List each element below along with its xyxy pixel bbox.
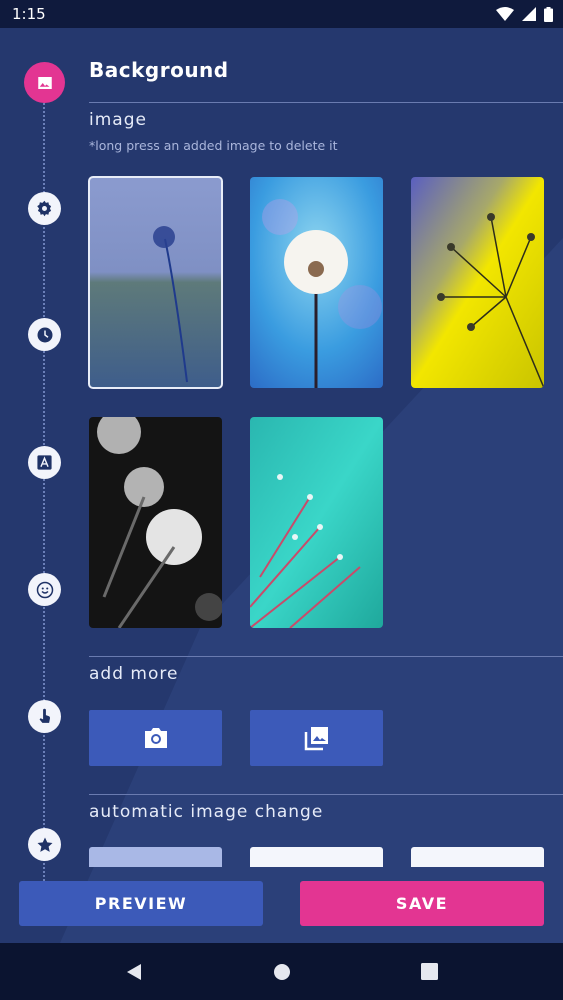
image-thumb-dandelion-blue-sparkle[interactable]	[250, 177, 383, 388]
star-icon	[37, 837, 52, 852]
divider	[89, 102, 563, 103]
smiley-icon	[36, 581, 53, 598]
camera-icon	[144, 728, 167, 748]
auto-change-option[interactable]	[250, 847, 383, 867]
image-icon	[37, 76, 52, 89]
image-thumb-dandelion-teal-drops[interactable]	[250, 417, 383, 628]
auto-change-option[interactable]	[411, 847, 544, 867]
divider	[89, 656, 563, 657]
gallery-icon	[304, 727, 328, 751]
clock-icon	[37, 327, 52, 342]
divider	[89, 794, 563, 795]
recents-icon[interactable]	[421, 963, 438, 980]
main-content: Background image *long press an added im…	[0, 28, 563, 943]
save-button[interactable]: SAVE	[300, 881, 544, 926]
image-thumb-dandelion-black-white[interactable]	[89, 417, 222, 628]
navigation-bar	[0, 943, 563, 1000]
home-icon[interactable]	[273, 963, 291, 981]
add-gallery-button[interactable]	[250, 710, 383, 766]
rail-emoji-button[interactable]	[28, 573, 61, 606]
touch-icon	[39, 708, 51, 723]
font-icon	[37, 455, 52, 470]
rail-image-button[interactable]	[24, 62, 65, 103]
gear-icon	[37, 200, 52, 217]
rail-star-button[interactable]	[28, 828, 61, 861]
status-time: 1:15	[12, 5, 46, 23]
cellular-icon	[522, 7, 536, 21]
rail-clock-button[interactable]	[28, 318, 61, 351]
wifi-icon	[496, 7, 514, 21]
status-bar: 1:15	[0, 0, 563, 28]
battery-icon	[544, 6, 553, 22]
back-icon[interactable]	[125, 963, 143, 981]
auto-change-title: automatic image change	[89, 802, 324, 822]
auto-change-option[interactable]	[89, 847, 222, 867]
add-camera-button[interactable]	[89, 710, 222, 766]
preview-button[interactable]: PREVIEW	[19, 881, 263, 926]
rail-touch-button[interactable]	[28, 700, 61, 733]
rail-settings-button[interactable]	[28, 192, 61, 225]
image-thumb-dandelion-yellow-drops[interactable]	[411, 177, 544, 388]
image-thumb-dandelion-field[interactable]	[88, 176, 223, 389]
add-more-title: add more	[89, 664, 179, 684]
page-title: Background	[89, 58, 229, 82]
image-section-title: image	[89, 110, 147, 130]
image-hint: *long press an added image to delete it	[89, 138, 338, 153]
rail-font-button[interactable]	[28, 446, 61, 479]
